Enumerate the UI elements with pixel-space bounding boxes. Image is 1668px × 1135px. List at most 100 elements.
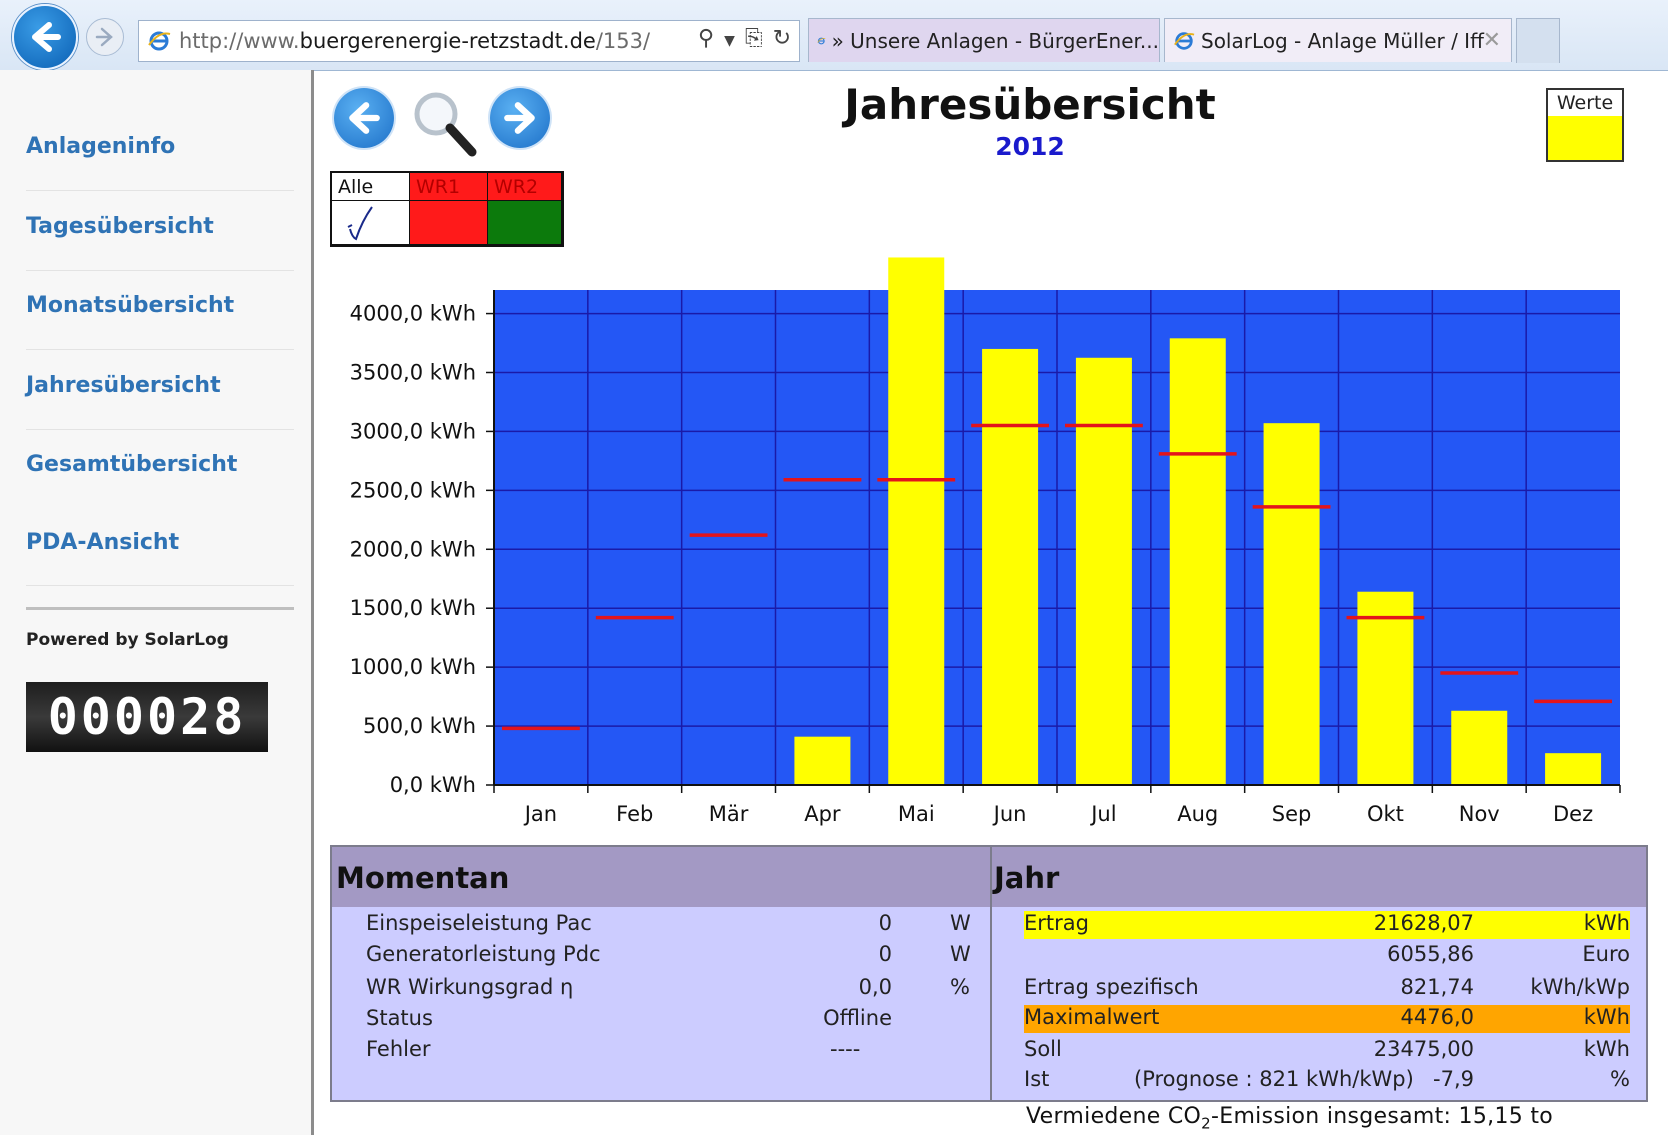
bar — [1075, 357, 1132, 785]
momentan-label: Fehler — [366, 1037, 431, 1061]
inverter-wr2-swatch[interactable] — [488, 201, 562, 245]
arrow-right-icon — [504, 102, 535, 134]
inverter-all-label[interactable]: Alle — [332, 173, 410, 201]
x-tick-label: Mär — [709, 802, 749, 826]
y-tick-label: 1500,0 kWh — [350, 596, 476, 620]
soll-label: Soll — [1024, 1037, 1062, 1061]
sidebar-item-monatsuebersicht[interactable]: Monatsübersicht — [26, 293, 294, 318]
y-tick-label: 500,0 kWh — [363, 714, 476, 738]
soll-row: Soll 23475,00 kWh — [1024, 1037, 1630, 1065]
y-tick-label: 0,0 kWh — [390, 773, 476, 797]
euro-row: 6055,86 Euro — [1024, 942, 1630, 970]
bar — [1263, 423, 1320, 785]
compatibility-icon[interactable]: ⎘ — [745, 26, 763, 56]
maximal-unit: kWh — [1583, 1005, 1630, 1029]
maximal-row: Maximalwert 4476,0 kWh — [1024, 1005, 1630, 1033]
bar — [1451, 710, 1508, 785]
momentan-label: Einspeiseleistung Pac — [366, 911, 592, 935]
tab-unsere-anlagen[interactable]: » Unsere Anlagen - BürgerEner... — [808, 18, 1160, 62]
inverter-wr2-label[interactable]: WR2 — [488, 173, 562, 201]
euro-unit: Euro — [1582, 942, 1630, 966]
soll-unit: kWh — [1583, 1037, 1630, 1061]
x-tick-label: Mai — [898, 802, 935, 826]
yield-chart: 0,0 kWh 500,0 kWh 1000,0 kWh 1500,0 kWh 2000… — [350, 257, 1621, 826]
magnifier-icon — [414, 92, 477, 157]
year-label: 2012 — [995, 132, 1065, 161]
spezifisch-label: Ertrag spezifisch — [1024, 975, 1199, 999]
sidebar-item-tagesuebersicht[interactable]: Tagesübersicht — [26, 214, 294, 239]
browser-toolbar: http://www. buergerenergie-retzstadt.de/1… — [0, 0, 1668, 71]
momentan-unit: % — [950, 975, 970, 999]
back-button[interactable] — [12, 4, 78, 70]
inverter-wr1-label[interactable]: WR1 — [410, 173, 488, 201]
legend-swatch — [1548, 116, 1622, 160]
info-table-header — [332, 847, 1646, 907]
spezifisch-row: Ertrag spezifisch 821,74 kWh/kWp — [1024, 975, 1630, 1003]
sidebar-item-gesamtuebersicht[interactable]: Gesamtübersicht — [26, 452, 294, 477]
close-icon[interactable]: ✕ — [1483, 28, 1501, 53]
ertrag-label: Ertrag — [1024, 911, 1089, 935]
euro-value: 6055,86 — [1387, 942, 1474, 966]
x-tick-label: Jul — [1089, 802, 1116, 826]
y-tick-label: 2000,0 kWh — [350, 537, 476, 561]
new-tab-button[interactable] — [1516, 18, 1560, 63]
url-domain: buergerenergie-retzstadt.de — [299, 29, 596, 53]
divider — [26, 270, 294, 271]
forward-button[interactable] — [86, 18, 124, 56]
momentan-value: 0 — [878, 942, 892, 966]
ertrag-unit: kWh — [1583, 911, 1630, 935]
sidebar-item-anlageninfo[interactable]: Anlageninfo — [26, 134, 294, 159]
co2-suffix: -Emission insgesamt: 15,15 to — [1211, 1104, 1554, 1129]
x-tick-label: Dez — [1553, 802, 1593, 826]
address-bar[interactable]: http://www. buergerenergie-retzstadt.de/1… — [138, 20, 800, 62]
inverter-all-checkbox[interactable] — [332, 201, 410, 245]
zoom-button[interactable] — [408, 86, 480, 158]
momentan-value: 0 — [878, 911, 892, 935]
refresh-icon[interactable]: ↻ — [773, 26, 791, 56]
sidebar-item-pda-ansicht[interactable]: PDA-Ansicht — [26, 530, 294, 555]
divider — [26, 585, 294, 586]
momentan-value: 0,0 — [858, 975, 892, 999]
powered-by-label: Powered by SolarLog — [26, 630, 229, 650]
x-tick-label: Aug — [1177, 802, 1218, 826]
momentan-label: Status — [366, 1006, 433, 1030]
momentan-label: WR Wirkungsgrad η — [366, 975, 574, 999]
momentan-unit: W — [950, 911, 971, 935]
sidebar-item-jahresuebersicht[interactable]: Jahresübersicht — [26, 373, 294, 398]
x-tick-label: Jan — [523, 802, 557, 826]
inverter-selector: Alle WR1 WR2 — [330, 171, 564, 247]
ie-logo-icon — [1174, 31, 1195, 50]
ist-value: -7,9 — [1433, 1067, 1474, 1091]
arrow-left-icon — [32, 22, 61, 52]
ist-prognose: (Prognose : 821 kWh/kWp) — [1134, 1067, 1414, 1091]
inverter-wr1-swatch[interactable] — [410, 201, 488, 245]
tab-solarlog[interactable]: SolarLog - Anlage Müller / Iff ✕ — [1164, 18, 1512, 62]
url-path: /153/ — [595, 29, 651, 53]
x-tick-label: Sep — [1272, 802, 1312, 826]
next-year-button[interactable] — [490, 88, 550, 148]
chevron-down-icon[interactable]: ▼ — [724, 26, 735, 56]
bar — [1357, 591, 1414, 785]
search-icon[interactable]: ⚲ — [698, 26, 714, 56]
momentan-value: ---- — [830, 1037, 861, 1061]
legend-label: Werte — [1556, 92, 1614, 114]
x-tick-label: Nov — [1459, 802, 1500, 826]
momentan-label: Generatorleistung Pdc — [366, 942, 601, 966]
divider — [26, 190, 294, 191]
divider — [26, 429, 294, 430]
info-table: Momentan Jahr Einspeiseleistung Pac 0 W … — [330, 845, 1648, 1102]
previous-year-button[interactable] — [334, 88, 394, 148]
divider — [26, 349, 294, 350]
sidebar: Anlageninfo Tagesübersicht Monatsübersic… — [0, 70, 314, 1135]
soll-value: 23475,00 — [1373, 1037, 1474, 1061]
bar — [982, 348, 1039, 785]
divider — [990, 847, 992, 1100]
ertrag-value: 21628,07 — [1373, 911, 1474, 935]
bar — [1545, 753, 1602, 785]
ist-unit: % — [1610, 1067, 1630, 1091]
spezifisch-value: 821,74 — [1400, 975, 1474, 999]
x-tick-label: Apr — [804, 802, 841, 826]
y-tick-label: 3000,0 kWh — [350, 419, 476, 443]
bar — [888, 257, 945, 785]
bar — [794, 736, 851, 785]
